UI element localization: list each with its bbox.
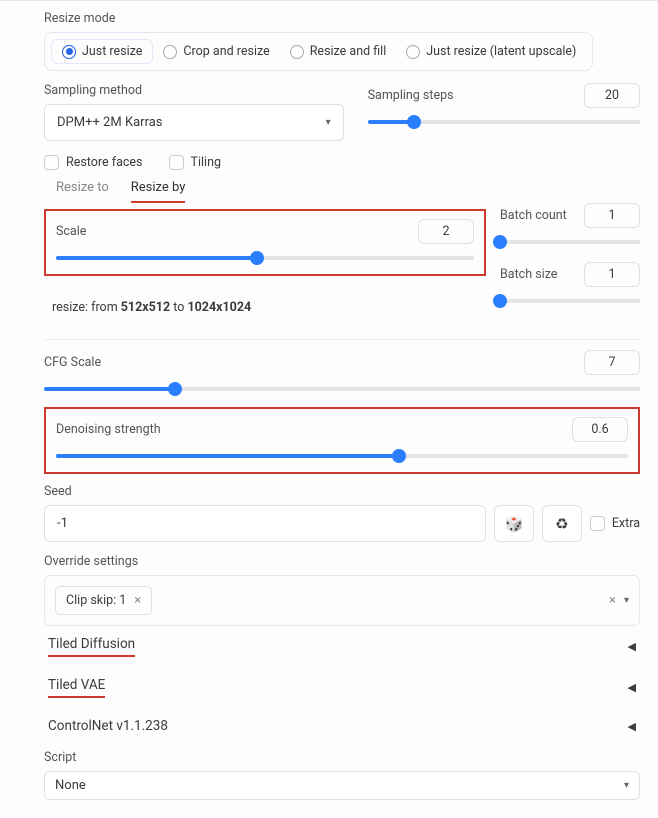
denoise-highlight-box: Denoising strength 0.6 bbox=[44, 407, 640, 474]
slider-thumb[interactable] bbox=[493, 294, 507, 308]
batch-size-value[interactable]: 1 bbox=[584, 262, 640, 287]
accordion-tiled-diffusion[interactable]: Tiled Diffusion ◀ bbox=[44, 626, 640, 667]
radio-icon bbox=[406, 45, 420, 59]
radio-label: Just resize bbox=[82, 44, 142, 59]
batch-count-value[interactable]: 1 bbox=[584, 203, 640, 228]
accordion-title: Tiled VAE bbox=[48, 677, 105, 698]
triangle-left-icon: ◀ bbox=[628, 681, 636, 694]
chevron-down-icon: ▾ bbox=[624, 780, 629, 791]
cfg-scale-label: CFG Scale bbox=[44, 355, 101, 370]
chip-label: Clip skip: 1 bbox=[66, 593, 126, 608]
resize-mode-crop-and-resize[interactable]: Crop and resize bbox=[153, 39, 279, 64]
checkbox-label: Extra bbox=[612, 516, 640, 531]
tiling-checkbox[interactable]: Tiling bbox=[169, 155, 222, 170]
cfg-scale-value[interactable]: 7 bbox=[584, 350, 640, 375]
batch-count-slider[interactable] bbox=[500, 234, 640, 250]
slider-thumb[interactable] bbox=[168, 382, 182, 396]
batch-size-slider[interactable] bbox=[500, 293, 640, 309]
override-settings-box: Clip skip: 1 × × ▾ bbox=[44, 575, 640, 626]
tab-resize-to[interactable]: Resize to bbox=[56, 180, 109, 203]
override-chip-clip-skip[interactable]: Clip skip: 1 × bbox=[55, 586, 152, 615]
resize-mode-just-resize[interactable]: Just resize bbox=[51, 39, 153, 64]
triangle-left-icon: ◀ bbox=[628, 720, 636, 733]
seed-reuse-button[interactable]: ♻ bbox=[542, 505, 582, 542]
radio-icon bbox=[62, 45, 76, 59]
checkbox-icon bbox=[590, 516, 605, 531]
accordion-tiled-vae[interactable]: Tiled VAE ◀ bbox=[44, 667, 640, 708]
cfg-scale-slider[interactable] bbox=[44, 381, 640, 397]
restore-faces-checkbox[interactable]: Restore faces bbox=[44, 155, 143, 170]
radio-icon bbox=[290, 45, 304, 59]
clear-all-icon[interactable]: × bbox=[609, 593, 616, 608]
seed-extra-checkbox[interactable]: Extra bbox=[590, 505, 640, 542]
accordion-title: ControlNet v1.1.238 bbox=[48, 718, 168, 734]
denoise-value[interactable]: 0.6 bbox=[572, 417, 628, 442]
denoise-slider[interactable] bbox=[56, 448, 628, 464]
sampling-steps-slider[interactable] bbox=[368, 114, 640, 130]
slider-thumb[interactable] bbox=[392, 449, 406, 463]
denoise-label: Denoising strength bbox=[56, 422, 161, 437]
checkbox-icon bbox=[169, 155, 184, 170]
seed-random-button[interactable]: 🎲 bbox=[494, 505, 534, 542]
chevron-down-icon: ▾ bbox=[326, 117, 331, 128]
resize-mode-group: Just resize Crop and resize Resize and f… bbox=[44, 32, 593, 71]
accordion-title: Tiled Diffusion bbox=[48, 636, 135, 657]
seed-input[interactable]: -1 bbox=[44, 505, 486, 542]
chevron-down-icon[interactable]: ▾ bbox=[624, 595, 629, 606]
sampling-method-select[interactable]: DPM++ 2M Karras ▾ bbox=[44, 104, 344, 141]
script-select[interactable]: None ▾ bbox=[44, 771, 640, 800]
script-label: Script bbox=[44, 750, 640, 765]
radio-icon bbox=[163, 45, 177, 59]
resize-info: resize: from 512x512 to 1024x1024 bbox=[44, 282, 486, 329]
sampling-steps-label: Sampling steps bbox=[368, 88, 454, 103]
tab-resize-by[interactable]: Resize by bbox=[131, 180, 186, 203]
resize-mode-label: Resize mode bbox=[44, 11, 640, 26]
checkbox-label: Tiling bbox=[191, 155, 222, 170]
close-icon[interactable]: × bbox=[134, 593, 141, 608]
batch-size-label: Batch size bbox=[500, 267, 557, 282]
slider-thumb[interactable] bbox=[407, 115, 421, 129]
recycle-icon: ♻ bbox=[555, 515, 568, 533]
checkbox-label: Restore faces bbox=[66, 155, 143, 170]
triangle-left-icon: ◀ bbox=[628, 640, 636, 653]
resize-mode-latent-upscale[interactable]: Just resize (latent upscale) bbox=[396, 39, 586, 64]
slider-thumb[interactable] bbox=[493, 235, 507, 249]
radio-label: Just resize (latent upscale) bbox=[426, 44, 576, 59]
accordion-controlnet[interactable]: ControlNet v1.1.238 ◀ bbox=[44, 708, 640, 744]
batch-count-label: Batch count bbox=[500, 208, 567, 223]
override-settings-label: Override settings bbox=[44, 554, 640, 569]
script-value: None bbox=[55, 778, 86, 793]
scale-label: Scale bbox=[56, 224, 86, 239]
sampling-method-value: DPM++ 2M Karras bbox=[57, 115, 163, 130]
sampling-steps-value[interactable]: 20 bbox=[584, 83, 640, 108]
dice-icon: 🎲 bbox=[504, 515, 523, 533]
seed-label: Seed bbox=[44, 484, 640, 499]
scale-value[interactable]: 2 bbox=[418, 219, 474, 244]
slider-thumb[interactable] bbox=[250, 251, 264, 265]
checkbox-icon bbox=[44, 155, 59, 170]
scale-slider[interactable] bbox=[56, 250, 474, 266]
radio-label: Crop and resize bbox=[183, 44, 269, 59]
resize-mode-resize-and-fill[interactable]: Resize and fill bbox=[280, 39, 397, 64]
radio-label: Resize and fill bbox=[310, 44, 387, 59]
scale-highlight-box: Scale 2 bbox=[44, 209, 486, 276]
sampling-method-label: Sampling method bbox=[44, 83, 344, 98]
